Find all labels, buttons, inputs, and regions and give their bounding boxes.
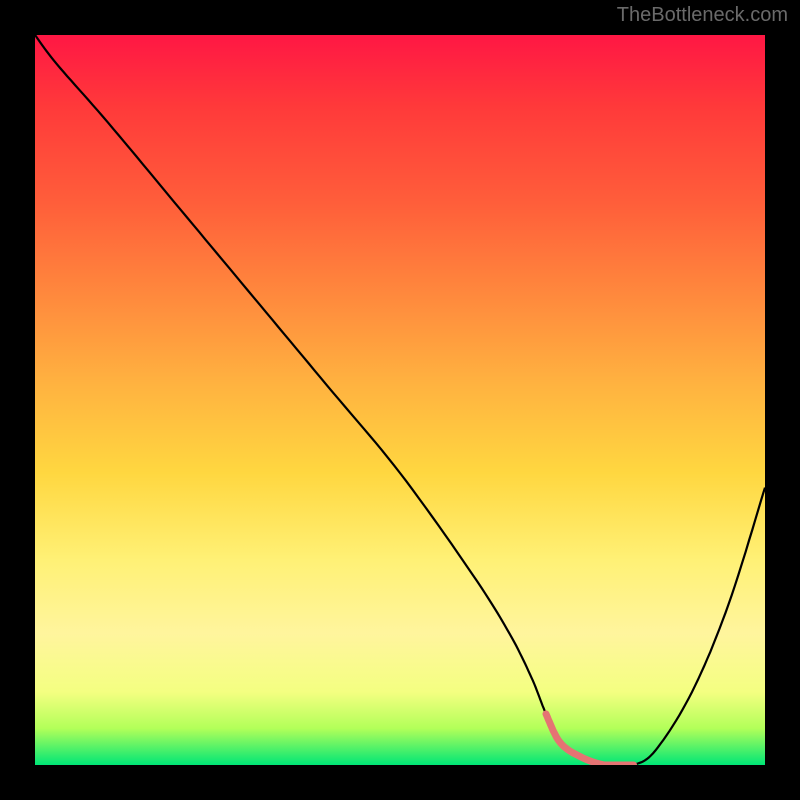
chart-plot-area (35, 35, 765, 765)
attribution-watermark: TheBottleneck.com (617, 4, 788, 27)
bottleneck-curve-svg (35, 35, 765, 765)
valley-highlight-path (546, 714, 634, 765)
bottleneck-curve-path (35, 35, 765, 765)
